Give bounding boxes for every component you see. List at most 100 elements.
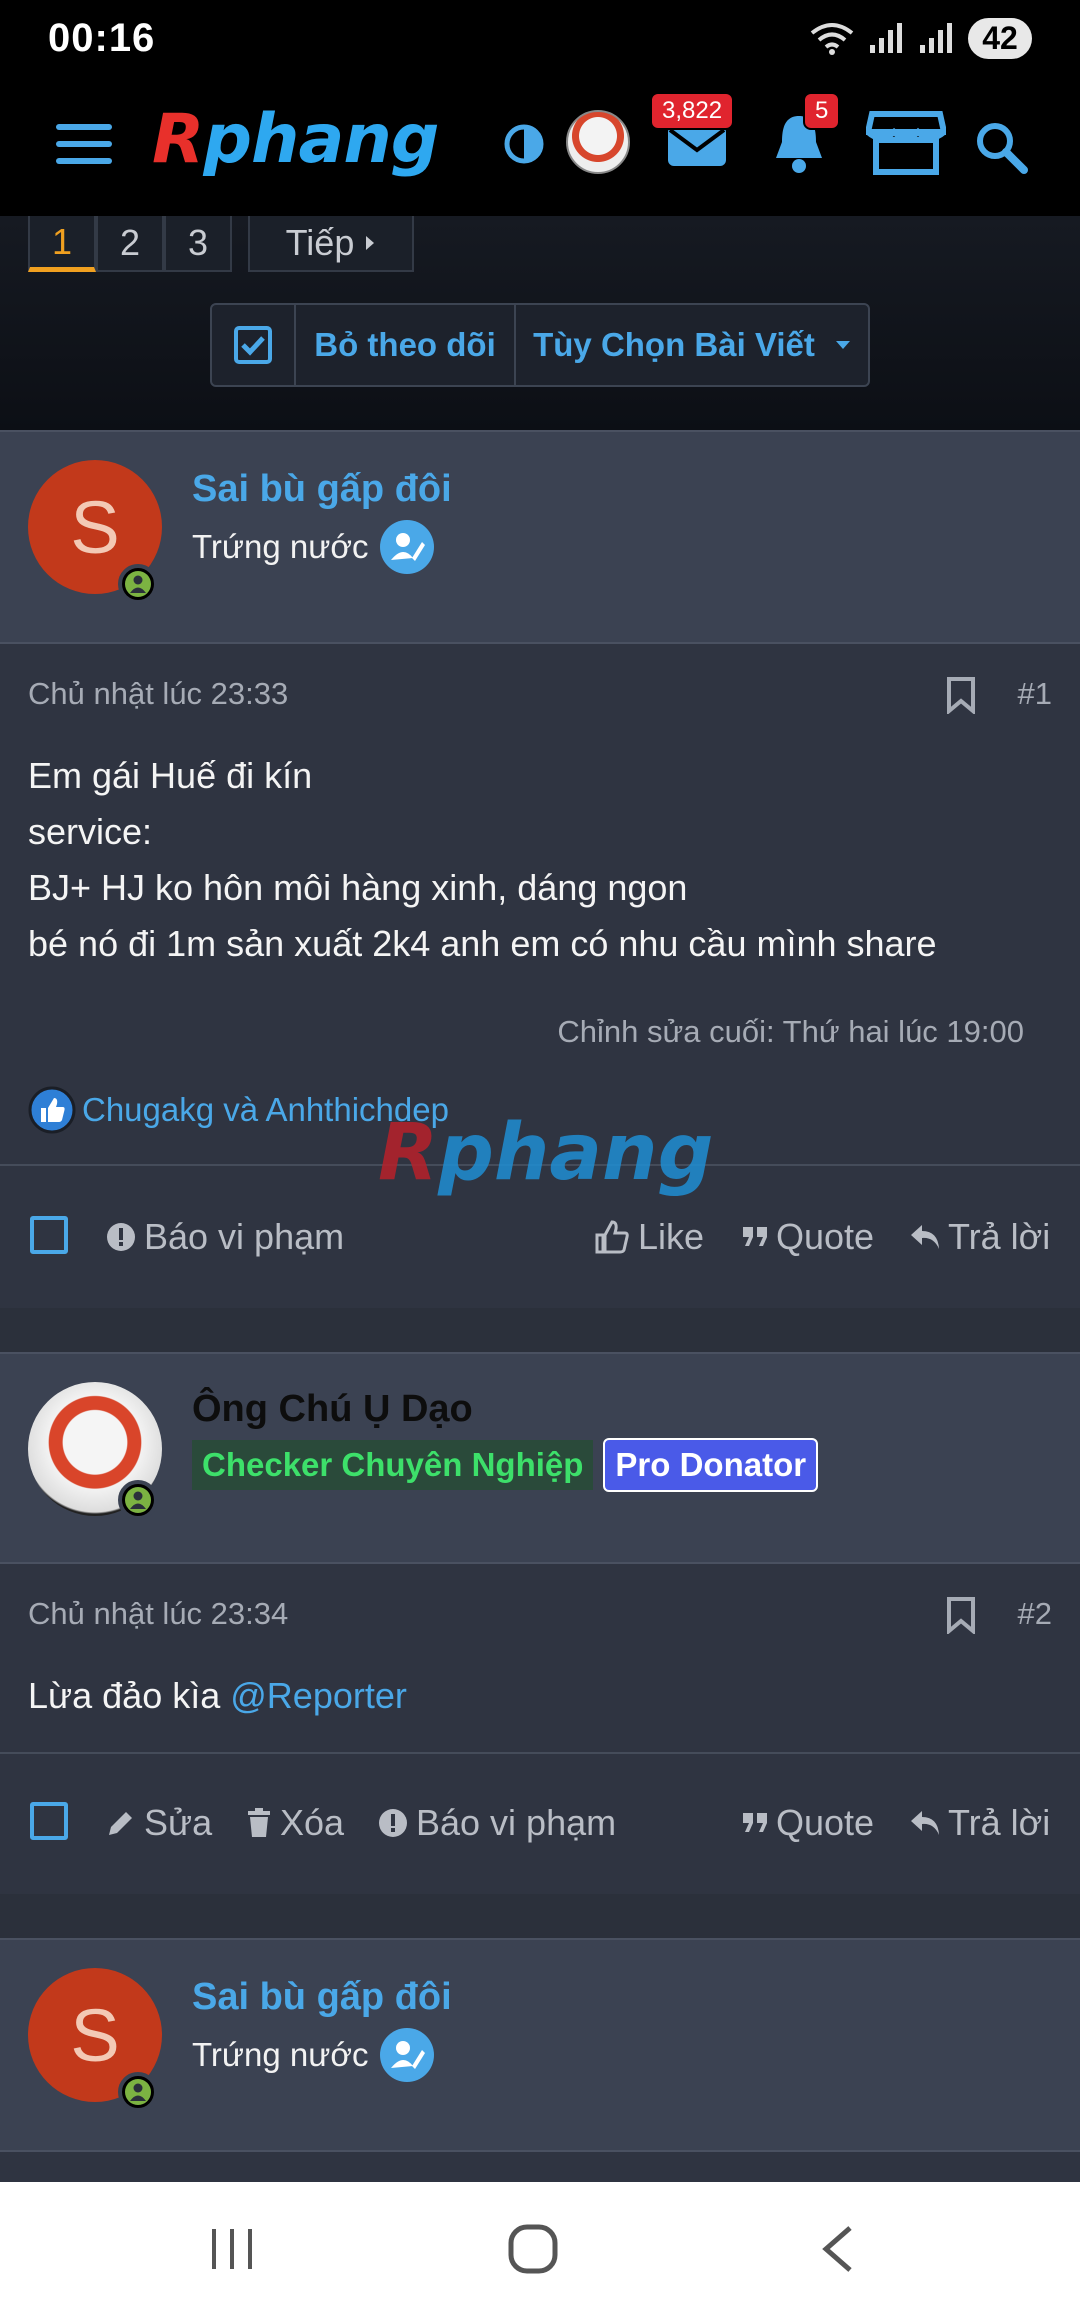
user-title-text: Trứng nước	[192, 528, 369, 565]
next-page-label: Tiếp	[285, 222, 355, 263]
post-1-number[interactable]: #1	[1018, 676, 1052, 712]
verified-user-icon	[380, 2028, 435, 2082]
quote-label: Quote	[776, 1216, 875, 1257]
reply-label: Trả lời	[948, 1216, 1051, 1257]
logo-rest: phang	[203, 100, 439, 179]
post-1-username[interactable]: Sai bù gấp đôi	[192, 468, 452, 511]
home-icon[interactable]	[508, 2182, 558, 2316]
unwatch-button[interactable]: Bỏ theo dõi	[296, 305, 516, 385]
signal-icon	[870, 23, 902, 53]
quote-button[interactable]: Quote	[742, 1216, 874, 1258]
watermark-logo: Rphang	[378, 1108, 713, 1198]
post-1-date[interactable]: Chủ nhật lúc 23:33	[28, 676, 288, 712]
post-1-actions: Báo vi phạm Like Quote Trả lời	[0, 1194, 1080, 1280]
bookmark-icon[interactable]	[946, 1596, 976, 1634]
recent-apps-icon[interactable]	[208, 2182, 256, 2316]
logo-letter: R	[152, 100, 204, 179]
divider	[0, 1752, 1080, 1754]
checkbox-checked-icon	[234, 326, 272, 364]
like-label: Like	[638, 1216, 705, 1257]
message-line: Em gái Huế đi kín	[28, 755, 313, 796]
search-icon[interactable]	[974, 120, 1028, 179]
post-1-user-block: S Sai bù gấp đôi Trứng nước	[0, 430, 1080, 644]
alerts-badge: 5	[803, 92, 841, 130]
reply-label: Trả lời	[948, 1802, 1051, 1843]
page-link-2[interactable]: 2	[96, 216, 164, 272]
post-3-user-title: Trứng nước	[192, 2028, 435, 2082]
post-1-body: Chủ nhật lúc 23:33 #1 Em gái Huế đi kín …	[0, 644, 1080, 1308]
report-label: Báo vi phạm	[416, 1802, 617, 1843]
watermark-rest: phang	[438, 1108, 714, 1198]
trash-icon	[248, 1808, 270, 1837]
report-button[interactable]: Báo vi phạm	[378, 1802, 616, 1844]
report-label: Báo vi phạm	[144, 1216, 345, 1257]
system-nav-bar	[0, 2182, 1080, 2316]
post-options-dropdown[interactable]: Tùy Chọn Bài Viết	[516, 305, 868, 385]
post-2-message: Lừa đảo kìa @Reporter	[28, 1668, 407, 1724]
report-button[interactable]: Báo vi phạm	[106, 1216, 344, 1258]
reply-button[interactable]: Trả lời	[910, 1802, 1050, 1844]
quote-icon	[743, 1227, 767, 1246]
thread-header: 1 2 3 Tiếp Bỏ theo dõi Tùy Chọn Bài Viết	[0, 216, 1080, 430]
bookmark-icon[interactable]	[946, 676, 976, 714]
post-2-username[interactable]: Ông Chú Ụ Dạo	[192, 1388, 473, 1431]
post-1-user-title: Trứng nước	[192, 520, 435, 574]
message-text: Lừa đảo kìa	[28, 1675, 231, 1716]
pencil-icon	[109, 1812, 132, 1835]
watermark-letter: R	[378, 1108, 439, 1198]
post-separator	[0, 1308, 1080, 1352]
inbox-badge: 3,822	[650, 92, 735, 130]
warning-icon	[107, 1223, 135, 1251]
status-time: 00:16	[48, 15, 156, 60]
user-tag-pro-donator: Pro Donator	[603, 1438, 819, 1492]
user-tag-checker: Checker Chuyên Nghiệp	[192, 1440, 594, 1490]
app-header: Rphang 3,822 5	[0, 76, 1080, 216]
post-2-date[interactable]: Chủ nhật lúc 23:34	[28, 1596, 288, 1632]
select-all-checkbox[interactable]	[212, 305, 296, 385]
post-2-number[interactable]: #2	[1018, 1596, 1052, 1632]
menu-icon[interactable]	[56, 122, 112, 171]
post-1-edited-note: Chỉnh sửa cuối: Thứ hai lúc 19:00	[557, 1014, 1024, 1049]
wifi-icon	[810, 23, 854, 55]
page-link-1[interactable]: 1	[28, 216, 96, 272]
user-avatar[interactable]	[566, 110, 630, 174]
delete-button[interactable]: Xóa	[246, 1802, 344, 1844]
thumbs-up-icon	[595, 1220, 629, 1254]
quote-button[interactable]: Quote	[742, 1802, 874, 1844]
caret-down-icon	[835, 341, 850, 349]
theme-toggle-icon[interactable]	[504, 124, 544, 169]
online-status-icon	[118, 1480, 158, 1520]
edit-button[interactable]: Sửa	[106, 1802, 212, 1844]
message-line: service:	[28, 811, 153, 852]
reply-icon	[911, 1811, 939, 1835]
pagination: 1 2 3 Tiếp	[28, 216, 414, 272]
post-1-message: Em gái Huế đi kín service: BJ+ HJ ko hôn…	[28, 748, 937, 972]
like-button[interactable]: Like	[594, 1216, 704, 1258]
post-2-user-block: Ông Chú Ụ Dạo Checker Chuyên Nghiệp Pro …	[0, 1352, 1080, 1564]
post-1-select-checkbox[interactable]	[30, 1216, 68, 1254]
post-2-actions: Sửa Xóa Báo vi phạm Quote Trả lời	[0, 1780, 1080, 1866]
message-line: BJ+ HJ ko hôn môi hàng xinh, dáng ngon	[28, 867, 688, 908]
post-options-label: Tùy Chọn Bài Viết	[533, 326, 815, 363]
status-bar: 00:16 42	[0, 0, 1080, 76]
post-separator	[0, 1894, 1080, 1938]
battery-indicator: 42	[968, 17, 1032, 59]
user-title-text: Trứng nước	[192, 2036, 369, 2073]
warning-icon	[379, 1809, 407, 1837]
reply-button[interactable]: Trả lời	[910, 1216, 1050, 1258]
reply-icon	[911, 1225, 939, 1249]
caret-right-icon	[366, 236, 375, 250]
next-page-button[interactable]: Tiếp	[248, 216, 414, 272]
post-2-body: Chủ nhật lúc 23:34 #2 Lừa đảo kìa @Repor…	[0, 1564, 1080, 1894]
post-3-username[interactable]: Sai bù gấp đôi	[192, 1976, 452, 2019]
quote-label: Quote	[776, 1802, 875, 1843]
site-logo[interactable]: Rphang	[152, 100, 439, 179]
back-icon[interactable]	[818, 2182, 858, 2316]
post-3-user-block: S Sai bù gấp đôi Trứng nước	[0, 1938, 1080, 2152]
store-icon[interactable]	[864, 110, 948, 181]
page-link-3[interactable]: 3	[164, 216, 232, 272]
post-2-select-checkbox[interactable]	[30, 1802, 68, 1840]
signal-icon	[920, 23, 952, 53]
edit-label: Sửa	[144, 1802, 213, 1843]
mention-link[interactable]: @Reporter	[230, 1675, 407, 1716]
